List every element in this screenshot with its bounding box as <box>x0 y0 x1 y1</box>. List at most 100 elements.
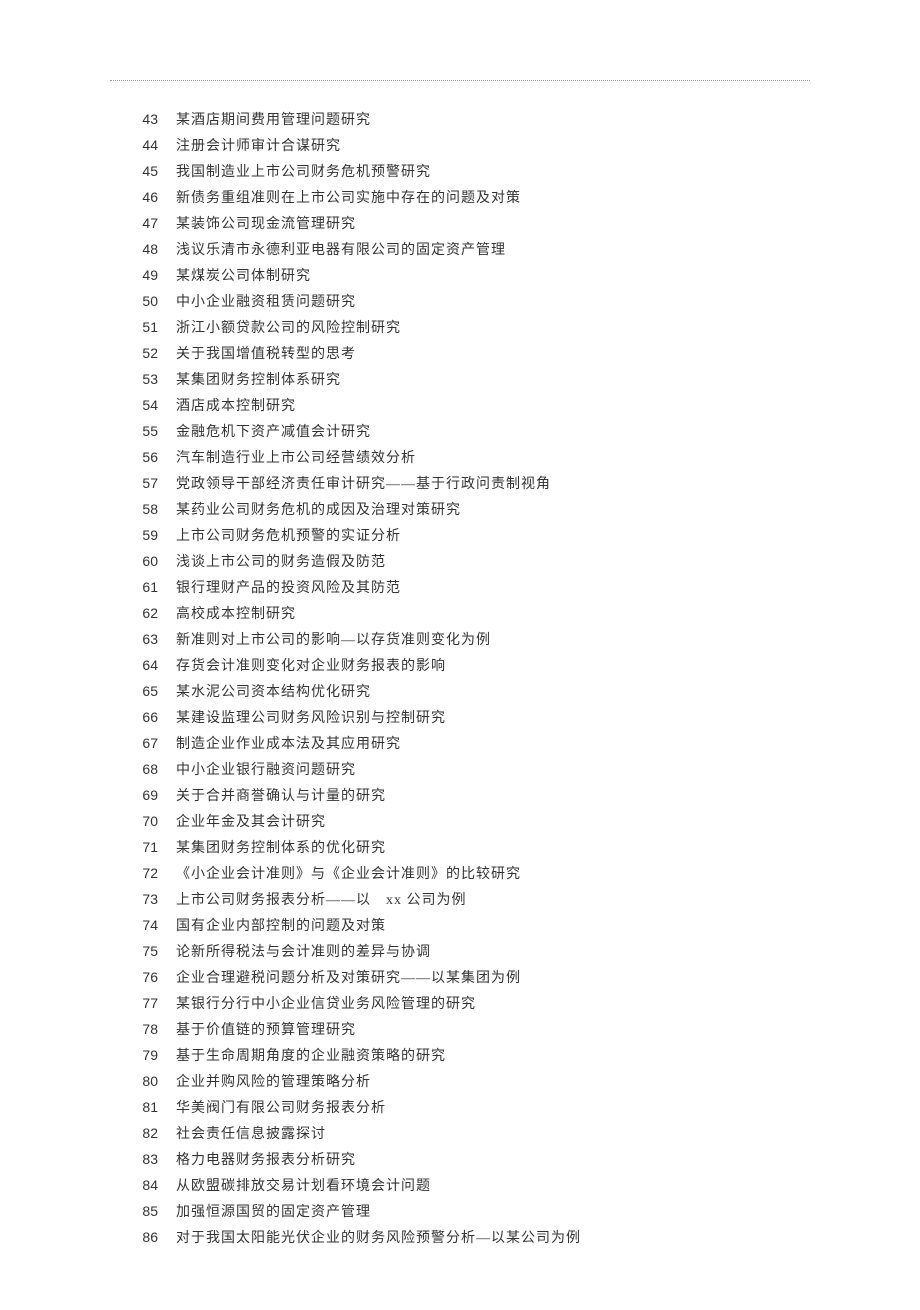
item-title: 某药业公司财务危机的成因及治理对策研究 <box>176 498 810 524</box>
list-item: 52关于我国增值税转型的思考 <box>110 340 810 366</box>
item-title: 企业年金及其会计研究 <box>176 810 810 836</box>
list-item: 59上市公司财务危机预警的实证分析 <box>110 522 810 548</box>
item-number: 81 <box>110 1094 176 1120</box>
item-title: 某建设监理公司财务风险识别与控制研究 <box>176 706 810 732</box>
list-item: 86对于我国太阳能光伏企业的财务风险预警分析—以某公司为例 <box>110 1224 810 1250</box>
item-title: 华美阀门有限公司财务报表分析 <box>176 1096 810 1122</box>
item-title: 企业合理避税问题分析及对策研究——以某集团为例 <box>176 966 810 992</box>
item-title: 《小企业会计准则》与《企业会计准则》的比较研究 <box>176 862 810 888</box>
list-item: 49某煤炭公司体制研究 <box>110 262 810 288</box>
item-title: 汽车制造行业上市公司经营绩效分析 <box>176 446 810 472</box>
item-title: 浅谈上市公司的财务造假及防范 <box>176 550 810 576</box>
list-item: 68中小企业银行融资问题研究 <box>110 756 810 782</box>
item-number: 67 <box>110 730 176 756</box>
item-number: 64 <box>110 652 176 678</box>
item-title: 浙江小额贷款公司的风险控制研究 <box>176 316 810 342</box>
item-title: 某水泥公司资本结构优化研究 <box>176 680 810 706</box>
item-title: 加强恒源国贸的固定资产管理 <box>176 1200 810 1226</box>
item-number: 73 <box>110 886 176 912</box>
item-title: 某酒店期间费用管理问题研究 <box>176 108 810 134</box>
list-item: 54酒店成本控制研究 <box>110 392 810 418</box>
item-number: 57 <box>110 470 176 496</box>
item-title: 党政领导干部经济责任审计研究——基于行政问责制视角 <box>176 472 810 498</box>
item-number: 70 <box>110 808 176 834</box>
item-number: 83 <box>110 1146 176 1172</box>
item-title: 基于价值链的预算管理研究 <box>176 1018 810 1044</box>
item-number: 46 <box>110 184 176 210</box>
list-item: 62高校成本控制研究 <box>110 600 810 626</box>
item-title: 酒店成本控制研究 <box>176 394 810 420</box>
list-item: 70企业年金及其会计研究 <box>110 808 810 834</box>
item-number: 44 <box>110 132 176 158</box>
item-title: 从欧盟碳排放交易计划看环境会计问题 <box>176 1174 810 1200</box>
list-item: 79基于生命周期角度的企业融资策略的研究 <box>110 1042 810 1068</box>
item-title: 格力电器财务报表分析研究 <box>176 1148 810 1174</box>
list-item: 46新债务重组准则在上市公司实施中存在的问题及对策 <box>110 184 810 210</box>
list-item: 47某装饰公司现金流管理研究 <box>110 210 810 236</box>
item-number: 51 <box>110 314 176 340</box>
item-title: 中小企业银行融资问题研究 <box>176 758 810 784</box>
list-item: 69关于合并商誉确认与计量的研究 <box>110 782 810 808</box>
list-item: 66某建设监理公司财务风险识别与控制研究 <box>110 704 810 730</box>
item-number: 85 <box>110 1198 176 1224</box>
item-number: 75 <box>110 938 176 964</box>
item-title: 金融危机下资产减值会计研究 <box>176 420 810 446</box>
item-title: 某装饰公司现金流管理研究 <box>176 212 810 238</box>
item-number: 74 <box>110 912 176 938</box>
item-number: 84 <box>110 1172 176 1198</box>
item-number: 65 <box>110 678 176 704</box>
list-item: 43某酒店期间费用管理问题研究 <box>110 106 810 132</box>
list-item: 78基于价值链的预算管理研究 <box>110 1016 810 1042</box>
item-title: 基于生命周期角度的企业融资策略的研究 <box>176 1044 810 1070</box>
item-number: 66 <box>110 704 176 730</box>
item-title: 上市公司财务报表分析――以 xx 公司为例 <box>176 888 810 914</box>
item-number: 48 <box>110 236 176 262</box>
list-item: 83格力电器财务报表分析研究 <box>110 1146 810 1172</box>
header-divider <box>110 80 810 81</box>
item-title: 新准则对上市公司的影响—以存货准则变化为例 <box>176 628 810 654</box>
item-title: 注册会计师审计合谋研究 <box>176 134 810 160</box>
item-number: 63 <box>110 626 176 652</box>
item-number: 76 <box>110 964 176 990</box>
list-item: 81华美阀门有限公司财务报表分析 <box>110 1094 810 1120</box>
item-number: 45 <box>110 158 176 184</box>
item-number: 55 <box>110 418 176 444</box>
list-item: 45我国制造业上市公司财务危机预警研究 <box>110 158 810 184</box>
list-item: 57党政领导干部经济责任审计研究——基于行政问责制视角 <box>110 470 810 496</box>
item-title: 关于合并商誉确认与计量的研究 <box>176 784 810 810</box>
list-item: 63新准则对上市公司的影响—以存货准则变化为例 <box>110 626 810 652</box>
item-title: 制造企业作业成本法及其应用研究 <box>176 732 810 758</box>
item-number: 53 <box>110 366 176 392</box>
item-title: 中小企业融资租赁问题研究 <box>176 290 810 316</box>
list-item: 85加强恒源国贸的固定资产管理 <box>110 1198 810 1224</box>
list-item: 58某药业公司财务危机的成因及治理对策研究 <box>110 496 810 522</box>
item-number: 58 <box>110 496 176 522</box>
item-title: 某集团财务控制体系的优化研究 <box>176 836 810 862</box>
item-title: 存货会计准则变化对企业财务报表的影响 <box>176 654 810 680</box>
list-item: 77某银行分行中小企业信贷业务风险管理的研究 <box>110 990 810 1016</box>
item-title: 高校成本控制研究 <box>176 602 810 628</box>
document-page: 43某酒店期间费用管理问题研究44注册会计师审计合谋研究45我国制造业上市公司财… <box>0 0 920 1310</box>
item-number: 69 <box>110 782 176 808</box>
item-number: 61 <box>110 574 176 600</box>
item-title: 上市公司财务危机预警的实证分析 <box>176 524 810 550</box>
item-number: 54 <box>110 392 176 418</box>
list-item: 84从欧盟碳排放交易计划看环境会计问题 <box>110 1172 810 1198</box>
item-number: 78 <box>110 1016 176 1042</box>
topic-list: 43某酒店期间费用管理问题研究44注册会计师审计合谋研究45我国制造业上市公司财… <box>110 106 810 1250</box>
item-title: 企业并购风险的管理策略分析 <box>176 1070 810 1096</box>
list-item: 48浅议乐清市永德利亚电器有限公司的固定资产管理 <box>110 236 810 262</box>
item-number: 62 <box>110 600 176 626</box>
item-title: 关于我国增值税转型的思考 <box>176 342 810 368</box>
item-title: 某煤炭公司体制研究 <box>176 264 810 290</box>
item-number: 77 <box>110 990 176 1016</box>
list-item: 64存货会计准则变化对企业财务报表的影响 <box>110 652 810 678</box>
item-title: 对于我国太阳能光伏企业的财务风险预警分析—以某公司为例 <box>176 1226 810 1252</box>
item-number: 49 <box>110 262 176 288</box>
list-item: 71某集团财务控制体系的优化研究 <box>110 834 810 860</box>
list-item: 51浙江小额贷款公司的风险控制研究 <box>110 314 810 340</box>
list-item: 76企业合理避税问题分析及对策研究——以某集团为例 <box>110 964 810 990</box>
item-title: 我国制造业上市公司财务危机预警研究 <box>176 160 810 186</box>
item-number: 60 <box>110 548 176 574</box>
item-title: 新债务重组准则在上市公司实施中存在的问题及对策 <box>176 186 810 212</box>
